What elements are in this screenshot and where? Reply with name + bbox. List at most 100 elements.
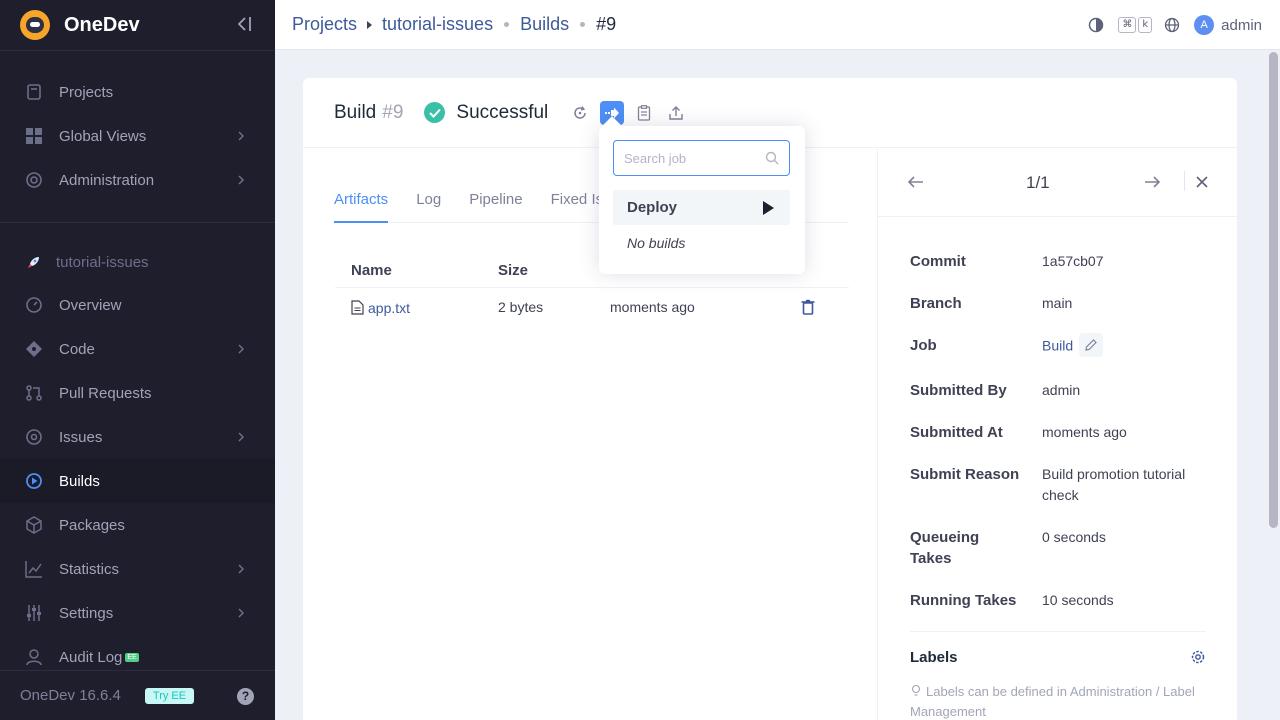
sidebar-item-statistics[interactable]: Statistics	[0, 547, 275, 591]
labels-settings-icon[interactable]	[1190, 649, 1206, 665]
build-number: #9	[382, 101, 404, 123]
shortcut-key-k[interactable]: k	[1138, 17, 1153, 33]
collapse-sidebar-icon[interactable]	[234, 14, 254, 34]
sidebar-footer: OneDev 16.6.4 Try EE ?	[0, 670, 275, 720]
sidebar-item-settings[interactable]: Settings	[0, 591, 275, 635]
sidebar-item-label: Statistics	[59, 560, 120, 578]
sidebar-item-label: Issues	[59, 428, 103, 446]
run-job-icon[interactable]	[763, 201, 774, 215]
sidebar-item-administration[interactable]: Administration	[0, 158, 275, 202]
column-name[interactable]: Name	[351, 262, 392, 279]
avatar[interactable]: A	[1194, 15, 1215, 35]
scrollbar[interactable]	[1269, 52, 1278, 528]
sidebar-divider	[0, 222, 275, 223]
theme-toggle-icon[interactable]	[1088, 17, 1104, 33]
sliders-icon	[24, 603, 44, 623]
branch-value[interactable]: main	[1042, 293, 1212, 314]
sidebar-item-projects[interactable]: Projects	[0, 70, 275, 114]
chart-icon	[24, 559, 44, 579]
promote-dropdown: Deploy No builds	[599, 116, 805, 274]
success-check-icon	[424, 102, 446, 123]
job-search	[613, 140, 790, 176]
breadcrumb-separator-icon	[580, 22, 586, 27]
brand-title: OneDev	[64, 13, 140, 36]
rebuild-button[interactable]	[568, 101, 592, 125]
globe-icon[interactable]	[1164, 17, 1180, 33]
sidebar-item-builds[interactable]: Builds	[0, 459, 275, 503]
job-search-input[interactable]	[614, 141, 754, 175]
sidebar-item-pull-requests[interactable]: Pull Requests	[0, 371, 275, 415]
sidebar-item-label: Overview	[59, 296, 122, 314]
edit-job-button[interactable]	[1079, 333, 1104, 357]
projects-icon	[24, 82, 44, 102]
commit-label: Commit	[910, 253, 966, 270]
chevron-right-icon	[238, 344, 245, 354]
sidebar-item-packages[interactable]: Packages	[0, 503, 275, 547]
job-option-deploy[interactable]: Deploy	[613, 190, 790, 225]
column-size[interactable]: Size	[498, 262, 528, 279]
branch-label: Branch	[910, 295, 962, 312]
try-ee-button[interactable]: Try EE	[144, 687, 195, 704]
sidebar-item-issues[interactable]: Issues	[0, 415, 275, 459]
breadcrumb-separator-icon	[504, 22, 510, 27]
sidebar-item-overview[interactable]: Overview	[0, 283, 275, 327]
job-option-label: Deploy	[627, 199, 678, 216]
shortcut-key-cmd[interactable]: ⌘	[1118, 17, 1137, 33]
chevron-right-icon	[238, 175, 245, 185]
sidebar-item-label: Builds	[59, 472, 100, 490]
breadcrumb-projects[interactable]: Projects	[292, 14, 357, 35]
sidebar-item-label: Code	[59, 340, 95, 358]
pager-divider	[1184, 171, 1185, 191]
grid-icon	[24, 126, 44, 146]
user-icon	[24, 647, 44, 667]
sidebar-item-label: Packages	[59, 516, 125, 534]
file-cell: app.txt	[351, 300, 410, 316]
artifact-link[interactable]: app.txt	[368, 300, 410, 316]
sidebar-item-code[interactable]: Code	[0, 327, 275, 371]
arrow-left-icon[interactable]	[908, 175, 924, 189]
sidebar-item-label: Projects	[59, 83, 114, 101]
package-icon	[24, 515, 44, 535]
submit-reason-value: Build promotion tutorial check	[1042, 466, 1186, 503]
lightbulb-icon	[911, 684, 921, 696]
breadcrumb-project[interactable]: tutorial-issues	[382, 14, 493, 35]
version-label: OneDev 16.6.4	[20, 687, 121, 704]
search-icon	[765, 151, 779, 165]
labels-divider	[910, 631, 1206, 632]
brand[interactable]: OneDev	[0, 0, 275, 50]
close-icon[interactable]	[1196, 176, 1208, 188]
tab-artifacts[interactable]: Artifacts	[334, 191, 389, 223]
tab-pipeline[interactable]: Pipeline	[469, 191, 522, 223]
play-circle-icon	[24, 471, 44, 491]
upload-button[interactable]	[664, 101, 688, 125]
job-cell: Build	[1042, 333, 1212, 359]
sidebar-item-global-views[interactable]: Global Views	[0, 114, 275, 158]
sidebar-item-label: Administration	[59, 171, 155, 189]
view-log-button[interactable]	[632, 101, 656, 125]
labels-hint: Labels can be defined in Administration …	[910, 682, 1200, 720]
help-icon[interactable]: ?	[237, 688, 254, 705]
ee-badge: EE	[125, 652, 139, 662]
job-value[interactable]: Build	[1042, 338, 1073, 354]
breadcrumb-build-number: #9	[596, 14, 617, 34]
gear-icon	[24, 170, 44, 190]
build-info-pane: 1/1 Commit 1a57cb07 Branch main Job Buil…	[877, 149, 1237, 720]
project-name: tutorial-issues	[56, 253, 149, 271]
user-name[interactable]: admin	[1221, 17, 1262, 34]
tab-fixed-issues[interactable]: Fixed Is	[551, 191, 604, 223]
commit-value[interactable]: 1a57cb07	[1042, 251, 1212, 272]
running-value: 10 seconds	[1042, 592, 1114, 608]
current-project[interactable]: tutorial-issues	[24, 252, 149, 272]
delete-icon[interactable]	[801, 299, 815, 315]
sidebar-item-label: Pull Requests	[59, 384, 152, 402]
tab-log[interactable]: Log	[416, 191, 441, 223]
onedev-logo-icon	[20, 10, 50, 40]
rebuild-icon	[574, 105, 587, 119]
sidebar-divider	[0, 50, 275, 51]
submitted-by-value[interactable]: admin	[1042, 380, 1212, 401]
gauge-icon	[24, 295, 44, 315]
breadcrumb-builds[interactable]: Builds	[520, 14, 569, 35]
arrow-right-icon[interactable]	[1144, 175, 1160, 189]
table-row: app.txt 2 bytes moments ago	[335, 288, 849, 328]
no-builds-message: No builds	[627, 235, 686, 251]
